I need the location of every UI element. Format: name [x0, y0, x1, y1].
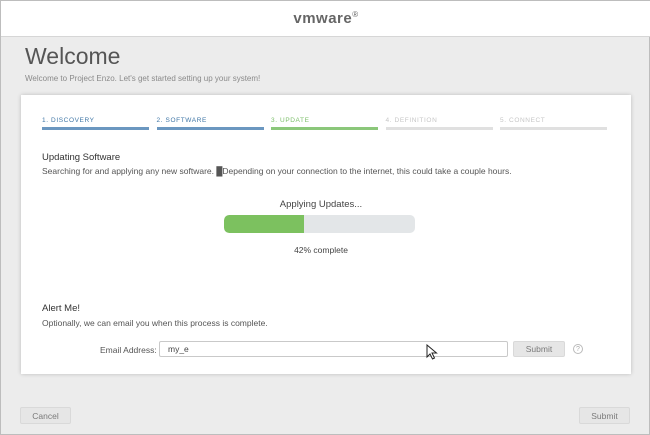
- alert-title: Alert Me!: [42, 303, 81, 314]
- vmware-logo: vmware®: [293, 10, 358, 27]
- progress-fill: [224, 215, 305, 233]
- step-label: 4. DEFINITION: [385, 117, 438, 124]
- help-icon[interactable]: ?: [573, 344, 583, 354]
- top-bar: vmware®: [1, 1, 650, 37]
- email-submit-button[interactable]: Submit: [513, 341, 565, 357]
- page-subtitle: Welcome to Project Enzo. Let's get start…: [25, 74, 261, 83]
- setup-card: 1. DISCOVERY 2. SOFTWARE 3. UPDATE 4. DE…: [21, 95, 631, 374]
- email-field[interactable]: [159, 341, 508, 357]
- updating-title: Updating Software: [42, 152, 121, 163]
- step-discovery: 1. DISCOVERY: [42, 117, 149, 130]
- updating-text: Searching for and applying any new softw…: [42, 166, 512, 176]
- submit-button[interactable]: Submit: [579, 407, 630, 424]
- email-label: Email Address:: [100, 345, 157, 355]
- step-update: 3. UPDATE: [271, 117, 378, 130]
- step-label: 1. DISCOVERY: [42, 117, 95, 124]
- step-bar: [500, 127, 607, 130]
- cancel-button[interactable]: Cancel: [20, 407, 71, 424]
- step-label: 3. UPDATE: [271, 117, 310, 124]
- step-bar: [271, 127, 378, 130]
- step-bar: [42, 127, 149, 130]
- step-label: 5. CONNECT: [500, 117, 546, 124]
- step-label: 2. SOFTWARE: [156, 117, 207, 124]
- logo-trademark: ®: [352, 10, 359, 19]
- step-connect: 5. CONNECT: [500, 117, 607, 130]
- progress-bar: [224, 215, 415, 233]
- step-tracker: 1. DISCOVERY 2. SOFTWARE 3. UPDATE 4. DE…: [42, 117, 607, 130]
- step-definition: 4. DEFINITION: [385, 117, 493, 130]
- step-bar: [385, 127, 493, 130]
- progress-heading: Applying Updates...: [279, 199, 363, 210]
- app-window: vmware® Welcome Welcome to Project Enzo.…: [0, 0, 650, 435]
- alert-text: Optionally, we can email you when this p…: [42, 318, 268, 328]
- logo-text: vmware: [293, 10, 353, 27]
- step-software: 2. SOFTWARE: [156, 117, 264, 130]
- progress-caption: 42% complete: [294, 245, 348, 255]
- step-bar: [156, 127, 264, 130]
- page-title: Welcome: [25, 43, 121, 69]
- mouse-cursor-icon: [426, 344, 438, 360]
